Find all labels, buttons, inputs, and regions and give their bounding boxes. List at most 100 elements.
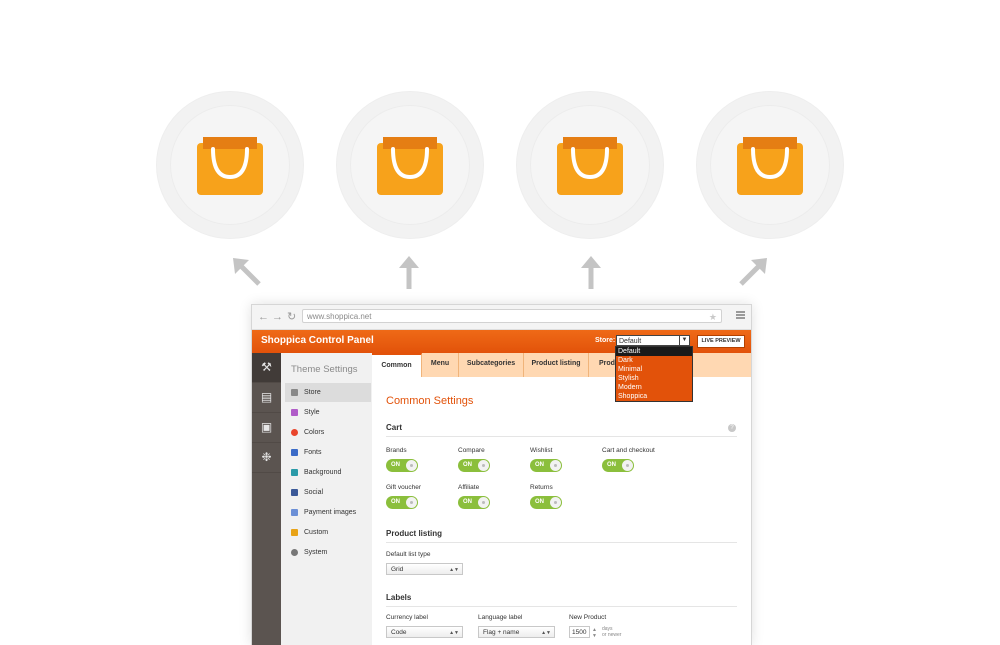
updown-icon: ▲▼ xyxy=(449,567,459,573)
returns-label: Returns xyxy=(530,484,553,491)
live-preview-button[interactable]: LIVE PREVIEW xyxy=(697,335,745,348)
divider xyxy=(386,436,737,437)
currency-label: Currency label xyxy=(386,614,428,621)
sidebar-item-style[interactable]: Style xyxy=(285,403,371,422)
arrow-up-right-icon xyxy=(739,258,767,286)
store-option[interactable]: Shoppica xyxy=(616,392,692,401)
store-option[interactable]: Modern xyxy=(616,383,692,392)
cart-checkout-label: Cart and checkout xyxy=(602,447,655,454)
nav-support[interactable]: ❉ xyxy=(252,443,281,473)
picture-icon xyxy=(291,469,298,476)
browser-menu-icon[interactable] xyxy=(736,311,745,319)
cart-checkout-toggle[interactable]: ON xyxy=(602,459,634,472)
section-labels-heading: Labels xyxy=(386,593,412,602)
page-title: Common Settings xyxy=(386,395,474,407)
gift-voucher-toggle[interactable]: ON xyxy=(386,496,418,509)
new-product-label: New Product xyxy=(569,614,607,621)
returns-toggle[interactable]: ON xyxy=(530,496,562,509)
shopping-bag-icon xyxy=(557,137,623,195)
shopping-bag-icon xyxy=(377,137,443,195)
wishlist-label: Wishlist xyxy=(530,447,553,454)
bag-circle-3 xyxy=(517,92,663,238)
gift-voucher-label: Gift voucher xyxy=(386,484,422,491)
back-icon[interactable]: ← xyxy=(258,310,269,324)
image-icon: ▣ xyxy=(260,420,273,434)
store-select[interactable]: Default ▼ xyxy=(616,335,690,346)
layout-icon: ▤ xyxy=(260,390,273,404)
store-option[interactable]: Minimal xyxy=(616,365,692,374)
wishlist-toggle[interactable]: ON xyxy=(530,459,562,472)
nav-images[interactable]: ▣ xyxy=(252,413,281,443)
arrow-up-icon xyxy=(399,256,419,289)
section-cart-heading: Cart xyxy=(386,423,403,432)
tab-menu[interactable]: Menu xyxy=(422,353,459,377)
list-type-label: Default list type xyxy=(386,551,431,558)
sidebar-item-social[interactable]: Social xyxy=(285,483,371,502)
divider xyxy=(386,542,737,543)
sidebar-title: Theme Settings xyxy=(291,364,358,375)
nav-settings[interactable]: ⚒ xyxy=(252,353,281,383)
sidebar-item-colors[interactable]: Colors xyxy=(285,423,371,442)
store-option[interactable]: Dark xyxy=(616,356,692,365)
tab-product-listing[interactable]: Product listing xyxy=(524,353,589,377)
tab-subcategories[interactable]: Subcategories xyxy=(459,353,524,377)
control-panel-title: Shoppica Control Panel xyxy=(261,335,374,346)
arrow-up-icon xyxy=(581,256,601,289)
nav-layout[interactable]: ▤ xyxy=(252,383,281,413)
sidebar-item-background[interactable]: Background xyxy=(285,463,371,482)
store-option[interactable]: Default xyxy=(616,347,692,356)
brands-label: Brands xyxy=(386,447,407,454)
affiliate-toggle[interactable]: ON xyxy=(458,496,490,509)
browser-toolbar: ← → ↻ www.shoppica.net ★ xyxy=(252,305,751,330)
lifebuoy-icon: ❉ xyxy=(261,450,272,464)
palette-icon xyxy=(291,429,298,436)
arrow-up-left-icon xyxy=(233,258,261,286)
reload-icon[interactable]: ↻ xyxy=(287,310,296,324)
credit-card-icon xyxy=(291,509,298,516)
custom-icon xyxy=(291,529,298,536)
store-option[interactable]: Stylish xyxy=(616,374,692,383)
divider xyxy=(386,606,737,607)
currency-select[interactable]: Code ▲▼ xyxy=(386,626,463,638)
list-type-select[interactable]: Grid ▲▼ xyxy=(386,563,463,575)
bag-circle-1 xyxy=(157,92,303,238)
cart-icon xyxy=(291,389,298,396)
sidebar-item-custom[interactable]: Custom xyxy=(285,523,371,542)
social-icon xyxy=(291,489,298,496)
store-dropdown: Default Dark Minimal Stylish Modern Shop… xyxy=(615,346,693,402)
sidebar-item-store[interactable]: Store xyxy=(285,383,371,402)
shopping-bag-icon xyxy=(197,137,263,195)
language-select[interactable]: Flag + name ▲▼ xyxy=(478,626,555,638)
language-label: Language label xyxy=(478,614,523,621)
fonts-icon xyxy=(291,449,298,456)
forward-icon[interactable]: → xyxy=(272,310,283,324)
star-icon[interactable]: ★ xyxy=(709,310,717,324)
brands-toggle[interactable]: ON xyxy=(386,459,418,472)
chevron-down-icon: ▼ xyxy=(679,336,689,345)
browser-window: ← → ↻ www.shoppica.net ★ Shoppica Contro… xyxy=(251,304,752,645)
shopping-bag-icon xyxy=(737,137,803,195)
url-text: www.shoppica.net xyxy=(307,312,372,321)
tools-icon: ⚒ xyxy=(261,360,272,374)
days-text: days or newer xyxy=(602,626,622,638)
bag-circle-4 xyxy=(697,92,843,238)
updown-icon: ▲▼ xyxy=(541,630,551,636)
new-product-days-input[interactable]: 1500 xyxy=(569,626,590,638)
brush-icon xyxy=(291,409,298,416)
help-icon[interactable]: ? xyxy=(728,424,736,432)
sidebar-item-payment-images[interactable]: Payment images xyxy=(285,503,371,522)
sidebar-item-system[interactable]: System xyxy=(285,543,371,562)
compare-label: Compare xyxy=(458,447,485,454)
settings-tabs: Common Menu Subcategories Product listin… xyxy=(372,353,751,378)
affiliate-label: Affiliate xyxy=(458,484,480,491)
store-label: Store: xyxy=(595,337,616,344)
days-stepper-icon[interactable]: ▲ ▼ xyxy=(592,627,597,639)
main-nav: ⚒ ▤ ▣ ❉ xyxy=(252,353,281,645)
bag-circle-2 xyxy=(337,92,483,238)
section-product-listing-heading: Product listing xyxy=(386,529,442,538)
compare-toggle[interactable]: ON xyxy=(458,459,490,472)
gear-icon xyxy=(291,549,298,556)
sidebar-item-fonts[interactable]: Fonts xyxy=(285,443,371,462)
address-bar[interactable]: www.shoppica.net ★ xyxy=(302,309,722,323)
tab-common[interactable]: Common xyxy=(372,353,422,378)
